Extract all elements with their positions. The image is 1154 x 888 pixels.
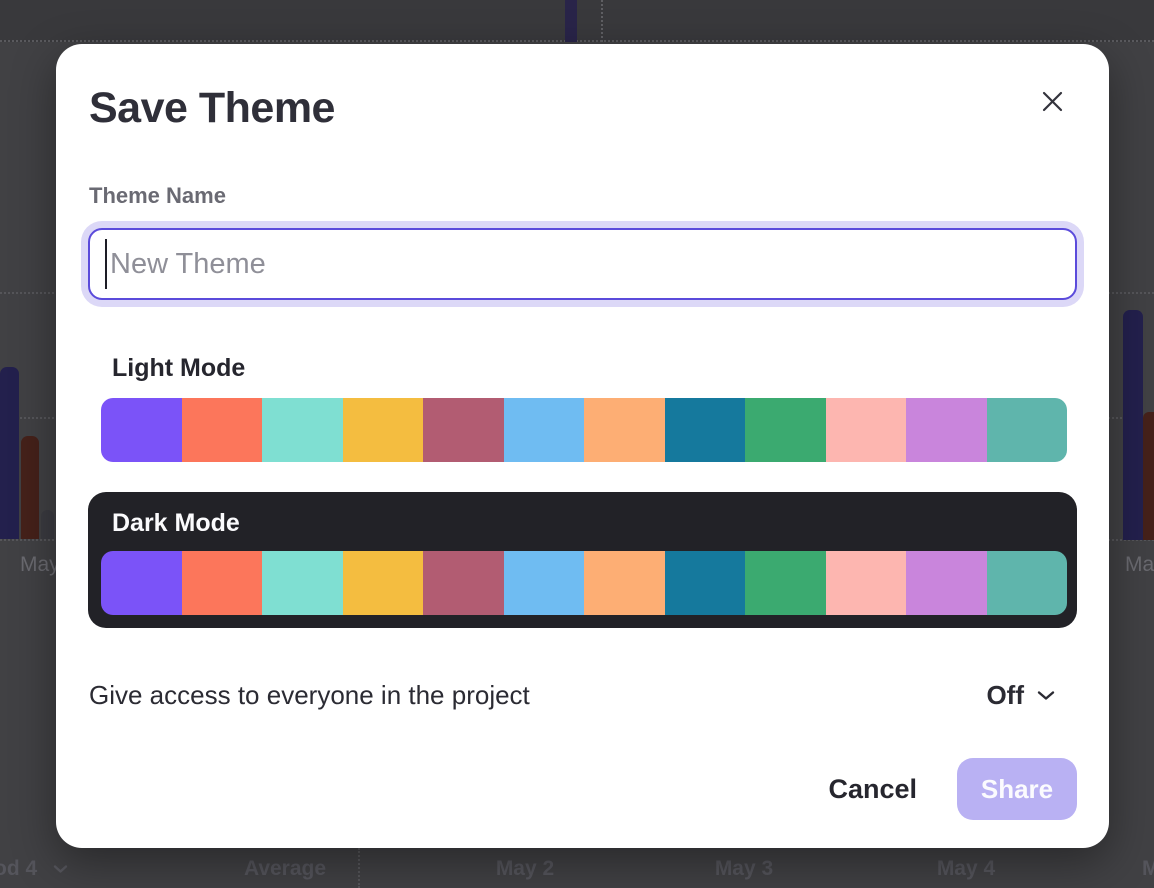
chart-bar-navy-left — [0, 367, 19, 539]
chart-bar-maroon-left — [21, 436, 39, 539]
dark-mode-preview: Dark Mode — [88, 492, 1077, 628]
period-label: od 4 — [0, 857, 37, 881]
palette-swatch — [101, 398, 182, 462]
axis-label-may-right: Ma — [1125, 553, 1154, 577]
palette-swatch — [906, 398, 987, 462]
x-axis-label-may3: May 3 — [694, 857, 794, 881]
palette-swatch — [665, 398, 746, 462]
palette-swatch — [343, 398, 424, 462]
dialog-actions: Cancel Share — [828, 758, 1077, 820]
chart-bar-navy-right — [1123, 310, 1143, 540]
theme-name-input-wrap — [88, 228, 1077, 300]
palette-swatch — [987, 551, 1068, 615]
chart-bar-maroon-right — [1143, 412, 1154, 540]
dialog-title: Save Theme — [89, 84, 335, 133]
chart-top-band — [0, 0, 1154, 42]
palette-swatch — [584, 398, 665, 462]
palette-swatch — [182, 398, 263, 462]
dark-mode-label: Dark Mode — [112, 509, 240, 538]
palette-swatch — [826, 551, 907, 615]
chart-bar-top-indigo — [565, 0, 577, 42]
theme-name-label: Theme Name — [89, 183, 226, 209]
axis-label-may-left: May — [20, 553, 60, 577]
chevron-down-icon — [1037, 690, 1055, 701]
x-axis-label-may4: May 4 — [916, 857, 1016, 881]
theme-name-input[interactable] — [88, 228, 1077, 300]
dark-mode-palette — [101, 551, 1067, 615]
palette-swatch — [182, 551, 263, 615]
palette-swatch — [423, 398, 504, 462]
text-cursor — [105, 239, 107, 289]
access-dropdown[interactable]: Off — [986, 680, 1055, 711]
x-axis-label-partial: M — [1142, 857, 1154, 881]
share-button[interactable]: Share — [957, 758, 1077, 820]
x-axis-row: od 4 Average May 2 May 3 May 4 M — [0, 855, 1154, 888]
palette-swatch — [906, 551, 987, 615]
palette-swatch — [262, 551, 343, 615]
period-dropdown[interactable]: od 4 — [0, 857, 68, 881]
x-axis-label-average: Average — [235, 857, 335, 881]
palette-swatch — [665, 551, 746, 615]
save-theme-dialog: Save Theme Theme Name Light Mode Dark Mo… — [56, 44, 1109, 848]
palette-swatch — [262, 398, 343, 462]
chevron-down-icon — [53, 864, 68, 874]
palette-swatch — [745, 551, 826, 615]
palette-swatch — [504, 551, 585, 615]
access-label: Give access to everyone in the project — [89, 680, 530, 711]
close-icon — [1041, 90, 1064, 113]
cancel-button[interactable]: Cancel — [828, 774, 917, 805]
palette-swatch — [343, 551, 424, 615]
palette-swatch — [101, 551, 182, 615]
palette-swatch — [826, 398, 907, 462]
x-axis-label-may2: May 2 — [475, 857, 575, 881]
palette-swatch — [745, 398, 826, 462]
light-mode-palette — [101, 398, 1067, 462]
palette-swatch — [584, 551, 665, 615]
chart-bar-gray-left — [41, 510, 54, 539]
light-mode-label: Light Mode — [112, 354, 245, 383]
access-dropdown-value: Off — [986, 680, 1024, 711]
palette-swatch — [504, 398, 585, 462]
close-button[interactable] — [1036, 85, 1068, 117]
chart-dashed-vline-top — [601, 0, 603, 42]
palette-swatch — [987, 398, 1068, 462]
palette-swatch — [423, 551, 504, 615]
